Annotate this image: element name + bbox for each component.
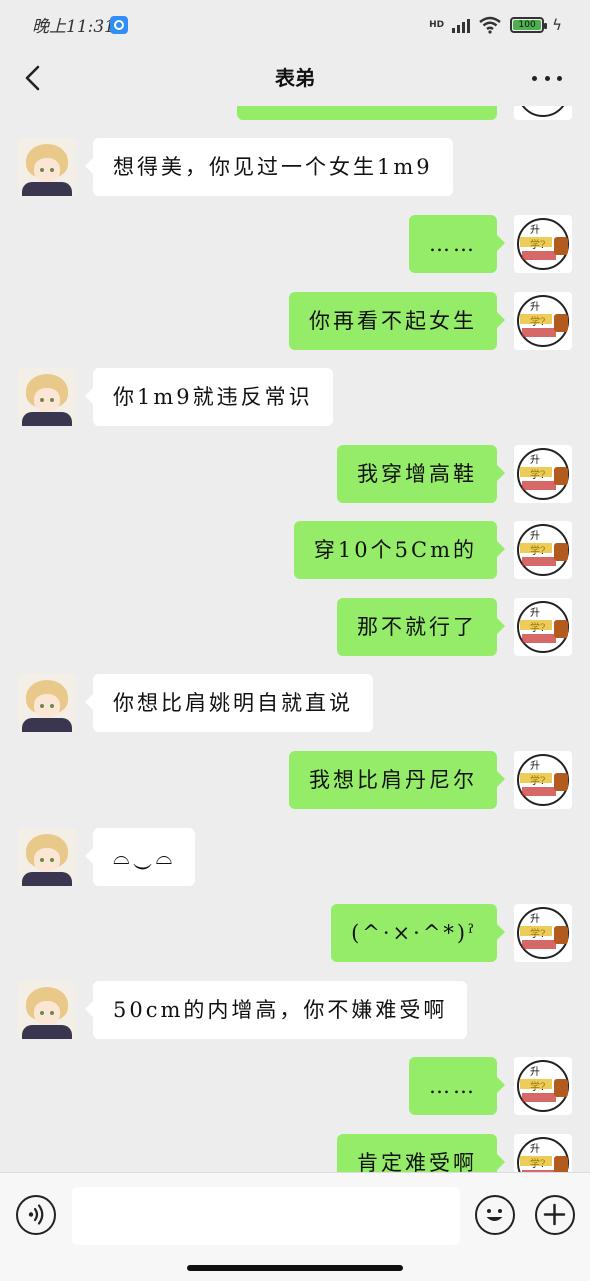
message-list[interactable]: 想得美，你见过一个女生1m9 …… 升学? 你再看不起女生 升学? 你1m9就违… — [0, 106, 590, 1172]
my-avatar[interactable]: 升学? — [514, 598, 572, 656]
message-bubble[interactable]: 那不就行了 — [337, 598, 505, 656]
contact-avatar[interactable] — [18, 674, 76, 732]
network-type-label: HD — [429, 19, 445, 30]
message-row: 想得美，你见过一个女生1m9 — [0, 138, 590, 198]
message-bubble[interactable]: (^·×·^*)ˀ — [331, 904, 505, 962]
message-input[interactable] — [72, 1187, 460, 1245]
message-row: …… 升学? — [0, 1057, 590, 1117]
message-bubble[interactable]: …… — [409, 215, 505, 273]
more-options-button[interactable] — [535, 1195, 575, 1235]
message-row: 那不就行了 升学? — [0, 598, 590, 658]
message-row: 我想比肩丹尼尔 升学? — [0, 751, 590, 811]
status-bar: 晚上11:31 HD 100 ϟ — [0, 0, 590, 50]
my-avatar[interactable]: 升学? — [514, 1057, 572, 1115]
my-avatar[interactable]: 升学? — [514, 521, 572, 579]
message-bubble[interactable]: 想得美，你见过一个女生1m9 — [85, 138, 453, 196]
voice-icon — [28, 1204, 44, 1225]
app-notification-icon — [110, 16, 128, 34]
charging-icon: ϟ — [552, 16, 562, 34]
contact-avatar[interactable] — [18, 981, 76, 1039]
message-bubble[interactable]: 肯定难受啊 — [337, 1134, 505, 1172]
message-row: (^·×·^*)ˀ 升学? — [0, 904, 590, 964]
chat-header: 表弟 — [0, 50, 590, 106]
message-bubble[interactable]: 穿10个5Cm的 — [293, 521, 506, 579]
my-avatar[interactable]: 升学? — [514, 292, 572, 350]
message-bubble[interactable] — [237, 106, 497, 120]
emoji-button[interactable] — [475, 1195, 515, 1235]
voice-button[interactable] — [16, 1195, 56, 1235]
contact-avatar[interactable] — [18, 138, 76, 196]
message-row: 我穿增高鞋 升学? — [0, 445, 590, 505]
more-horizontal-icon[interactable] — [532, 68, 562, 88]
message-row-partial — [0, 106, 590, 122]
wifi-icon — [479, 16, 501, 34]
my-avatar[interactable]: 升学? — [514, 215, 572, 273]
message-bubble[interactable]: 50cm的内增高，你不嫌难受啊 — [84, 981, 468, 1039]
message-bubble[interactable]: …… — [409, 1057, 505, 1115]
message-row: 穿10个5Cm的 升学? — [0, 521, 590, 581]
message-row: …… 升学? — [0, 215, 590, 275]
message-row: 你再看不起女生 升学? — [0, 292, 590, 352]
message-bubble[interactable]: 你想比肩姚明自就直说 — [85, 674, 373, 732]
home-indicator[interactable] — [187, 1265, 403, 1271]
chat-title: 表弟 — [275, 66, 315, 90]
plus-icon — [543, 1203, 566, 1226]
my-avatar[interactable]: 升学? — [514, 1134, 572, 1172]
contact-avatar[interactable] — [18, 828, 76, 886]
battery-level: 100 — [513, 20, 542, 30]
message-bubble[interactable]: 我穿增高鞋 — [337, 445, 505, 503]
my-avatar[interactable]: 升学? — [514, 904, 572, 962]
emoji-icon — [486, 1209, 503, 1221]
message-bubble[interactable]: 你再看不起女生 — [289, 292, 505, 350]
message-bubble[interactable]: 你1m9就违反常识 — [85, 368, 333, 426]
message-row: 肯定难受啊 升学? — [0, 1134, 590, 1172]
my-avatar[interactable] — [514, 106, 572, 120]
message-bubble[interactable]: 我想比肩丹尼尔 — [289, 751, 505, 809]
message-row: 50cm的内增高，你不嫌难受啊 — [0, 981, 590, 1041]
status-time: 晚上11:31 — [32, 17, 115, 37]
battery-icon: 100 — [510, 17, 548, 33]
contact-avatar[interactable] — [18, 368, 76, 426]
input-bar — [0, 1172, 590, 1281]
my-avatar[interactable]: 升学? — [514, 445, 572, 503]
signal-icon — [452, 17, 471, 33]
message-bubble[interactable]: ⌓‿⌓ — [84, 828, 196, 886]
message-row: 你想比肩姚明自就直说 — [0, 674, 590, 734]
my-avatar[interactable]: 升学? — [514, 751, 572, 809]
message-row: ⌓‿⌓ — [0, 828, 590, 888]
message-row: 你1m9就违反常识 — [0, 368, 590, 428]
status-indicators: HD 100 ϟ — [429, 14, 562, 36]
